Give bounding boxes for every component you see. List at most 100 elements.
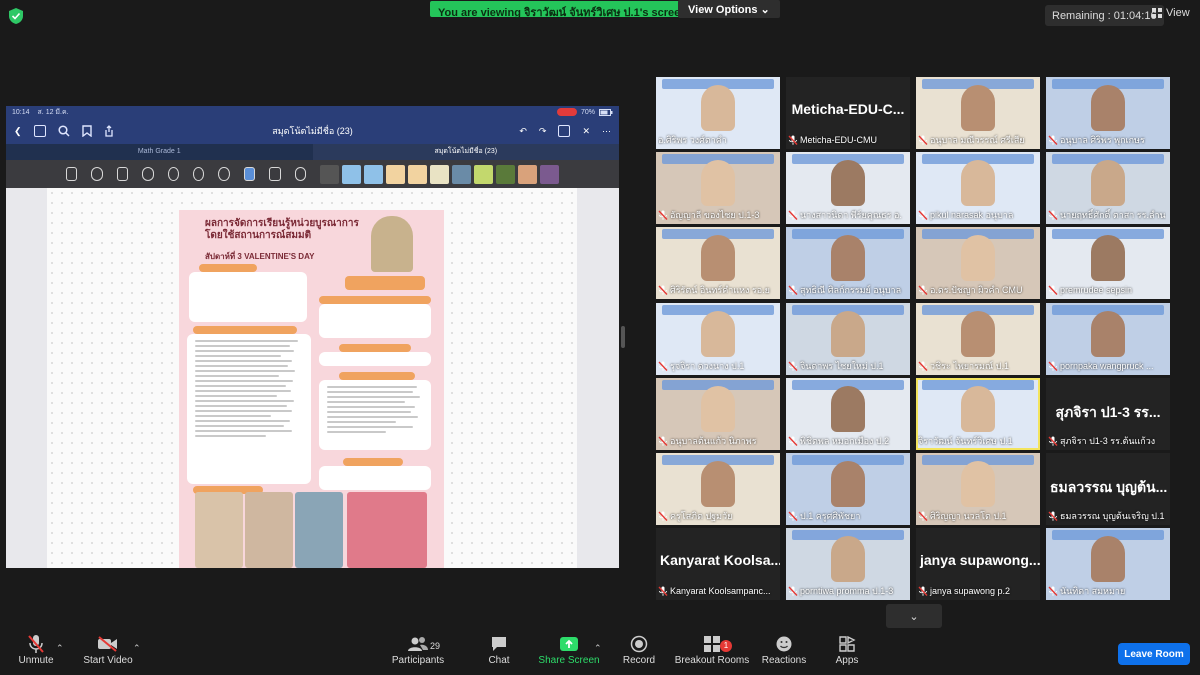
participant-tile[interactable]: Kanyarat Koolsa... Kanyarat Koolsampanc..…	[656, 528, 780, 600]
participant-tile[interactable]: สุทธิณี ศิลก์กรรมย์ อนุบาล	[786, 227, 910, 299]
redo-icon[interactable]: ↷	[539, 126, 547, 137]
camera-icon[interactable]	[320, 164, 340, 184]
view-options-label: View Options	[688, 4, 758, 16]
star-icon[interactable]	[218, 167, 230, 181]
participant-tile[interactable]: อ.ศิริพร วงศ์ตาคำ	[656, 77, 780, 149]
participant-video	[701, 85, 735, 131]
image-icon[interactable]	[243, 167, 256, 181]
participant-tile[interactable]: janya supawong... janya supawong p.2	[916, 528, 1040, 600]
participant-tile[interactable]: pikul narasak อนุบาล	[916, 152, 1040, 224]
view-button[interactable]: View	[1152, 7, 1190, 19]
pen-icon[interactable]	[91, 167, 103, 181]
record-button[interactable]: Record	[599, 633, 679, 666]
breakout-rooms-button[interactable]: Breakout Rooms	[672, 633, 752, 666]
view-options-button[interactable]: View Options ⌄	[678, 0, 780, 18]
eraser-icon[interactable]	[116, 167, 129, 181]
sticker-thumb[interactable]	[364, 164, 384, 184]
participant-namebar: พิชิตพล หมอกเมือง ป.2	[788, 434, 906, 448]
sticker-thumb[interactable]	[452, 164, 472, 184]
mic-muted-icon	[1048, 361, 1058, 371]
sticker-thumb[interactable]	[430, 164, 450, 184]
tab-untitled-notebook[interactable]: สมุดโน้ตไม่มีชื่อ (23)	[312, 144, 619, 160]
participant-namebar: อ.ศิริพร วงศ์ตาคำ	[658, 133, 776, 147]
participant-video	[961, 311, 995, 357]
participant-tile[interactable]: pornpaka wangpruck ...	[1046, 303, 1170, 375]
shield-icon[interactable]	[9, 8, 23, 24]
participant-tile[interactable]: สุภจิรา ป1-3 รร... สุภจิรา ป1-3 รร.ต้นแก้…	[1046, 378, 1170, 450]
text-icon[interactable]	[269, 167, 281, 181]
participant-tile[interactable]: พิชิตพล หมอกเมือง ป.2	[786, 378, 910, 450]
lasso-icon[interactable]	[193, 167, 205, 181]
unmute-button[interactable]: Unmute	[0, 633, 76, 666]
participants-button[interactable]: Participants	[378, 633, 458, 666]
more-icon[interactable]: ⋯	[602, 126, 611, 137]
sticker-thumb[interactable]	[342, 164, 362, 184]
participant-tile[interactable]: รุจจิรา ดวงนาง ป.1	[656, 303, 780, 375]
participant-tile[interactable]: อนุบาล มณีวรรณ์ ศรีเสีย	[916, 77, 1040, 149]
gallery-next-page-button[interactable]: ⌄	[886, 604, 942, 628]
battery-icon	[599, 108, 613, 116]
participant-tile[interactable]: ธมลวรรณ บุญต้น... ธมลวรรณ บุญต้นเจริญ ป.1	[1046, 453, 1170, 525]
sticker-thumb[interactable]	[408, 164, 428, 184]
share-icon[interactable]	[104, 125, 114, 137]
add-page-icon[interactable]	[558, 125, 571, 137]
mic-muted-icon	[1048, 285, 1058, 295]
participant-tile[interactable]: อนุบาล ศิริพร พุกเกษร	[1046, 77, 1170, 149]
participant-tile[interactable]: porntiwa promma ป.1-3	[786, 528, 910, 600]
participant-tile[interactable]: อนุบาลต้นแก้ว นิภาพร	[656, 378, 780, 450]
participant-tile[interactable]: ศิริญญา นวลโต ป.1	[916, 453, 1040, 525]
participant-tile[interactable]: อ.ดร.ปัชญา ผิวคำ CMU	[916, 227, 1040, 299]
participant-video	[1091, 311, 1125, 357]
sticker-thumb[interactable]	[496, 164, 516, 184]
mic-muted-icon	[788, 511, 798, 521]
participant-tile[interactable]: ศิริรัตน์ อินทร์คำแหง รอ.ย	[656, 227, 780, 299]
sticker-thumb[interactable]	[540, 164, 560, 184]
sticker-thumb[interactable]	[518, 164, 538, 184]
grid-icon[interactable]	[33, 125, 46, 137]
audio-options-caret[interactable]: ⌃	[56, 643, 64, 654]
notebook-title: สมุดโน้ตไม่มีชื่อ (23)	[272, 126, 353, 136]
leave-room-button[interactable]: Leave Room	[1118, 643, 1190, 665]
participant-tile[interactable]: วชิระ ไพยารมณ์ ป.1	[916, 303, 1040, 375]
participant-video	[701, 461, 735, 507]
participant-tile[interactable]: นายฤทธิ์ศักดิ์ ตาสา รร.ลำน	[1046, 152, 1170, 224]
sticker-thumb[interactable]	[386, 164, 406, 184]
video-options-caret[interactable]: ⌃	[133, 643, 141, 654]
split-divider-handle[interactable]	[621, 326, 625, 348]
participant-namebar: ศิริรัตน์ อินทร์คำแหง รอ.ย	[658, 283, 776, 297]
tab-math-grade-1[interactable]: Math Grade 1	[6, 144, 313, 160]
link-icon[interactable]	[294, 167, 307, 181]
apps-button[interactable]: Apps	[807, 633, 887, 666]
chat-button[interactable]: Chat	[459, 633, 539, 666]
participant-name: สุทธิณี ศิลก์กรรมย์ อนุบาล	[800, 285, 902, 295]
participant-tile[interactable]: จิราวัฒน์ จันทร์วิเศษ ป.1	[916, 378, 1040, 450]
keyboard-icon[interactable]	[66, 167, 78, 181]
participant-video	[831, 386, 865, 432]
participant-tile[interactable]: ป.1 ครูศศิพัชยา	[786, 453, 910, 525]
shared-screen[interactable]: 10:14 ส. 12 มี.ค. 70% ❮ สมุดโน้ตไม่มีชื่…	[6, 106, 619, 568]
participant-tile[interactable]: อัญญาลี ของไชย ป.1-3	[656, 152, 780, 224]
participant-tile[interactable]: ครูโสภิต ปฐมวัย	[656, 453, 780, 525]
back-icon[interactable]: ❮	[14, 126, 22, 137]
bookmark-icon[interactable]	[81, 125, 92, 137]
mic-muted-icon	[658, 285, 668, 295]
search-icon[interactable]	[57, 125, 70, 137]
notebook-canvas[interactable]: ผลการจัดการเรียนรู้หน่วยบูรณาการ โดยใช้ส…	[47, 188, 577, 568]
undo-icon[interactable]: ↶	[519, 126, 527, 137]
shapes-icon[interactable]	[167, 167, 180, 181]
mic-muted-icon	[658, 511, 668, 521]
participant-video	[961, 85, 995, 131]
mic-muted-icon	[788, 436, 798, 446]
participant-tile[interactable]: premrudee sepsin	[1046, 227, 1170, 299]
participant-tile[interactable]: นันทิดา สมหมาย	[1046, 528, 1170, 600]
participant-tile[interactable]: จินดาพร ไชยใหม่ ป.1	[786, 303, 910, 375]
close-icon[interactable]: ✕	[582, 126, 590, 137]
participant-namebar: อัญญาลี ของไชย ป.1-3	[658, 208, 776, 222]
participant-tile[interactable]: Meticha-EDU-C... Meticha-EDU-CMU	[786, 77, 910, 149]
participant-video	[831, 160, 865, 206]
highlighter-icon[interactable]	[142, 167, 154, 181]
participant-tile[interactable]: นางสาวนิดา พีร์ยคุณธร อ.	[786, 152, 910, 224]
sticker-thumb[interactable]	[474, 164, 494, 184]
mic-muted-icon	[658, 436, 668, 446]
participant-namebar: porntiwa promma ป.1-3	[788, 584, 906, 598]
